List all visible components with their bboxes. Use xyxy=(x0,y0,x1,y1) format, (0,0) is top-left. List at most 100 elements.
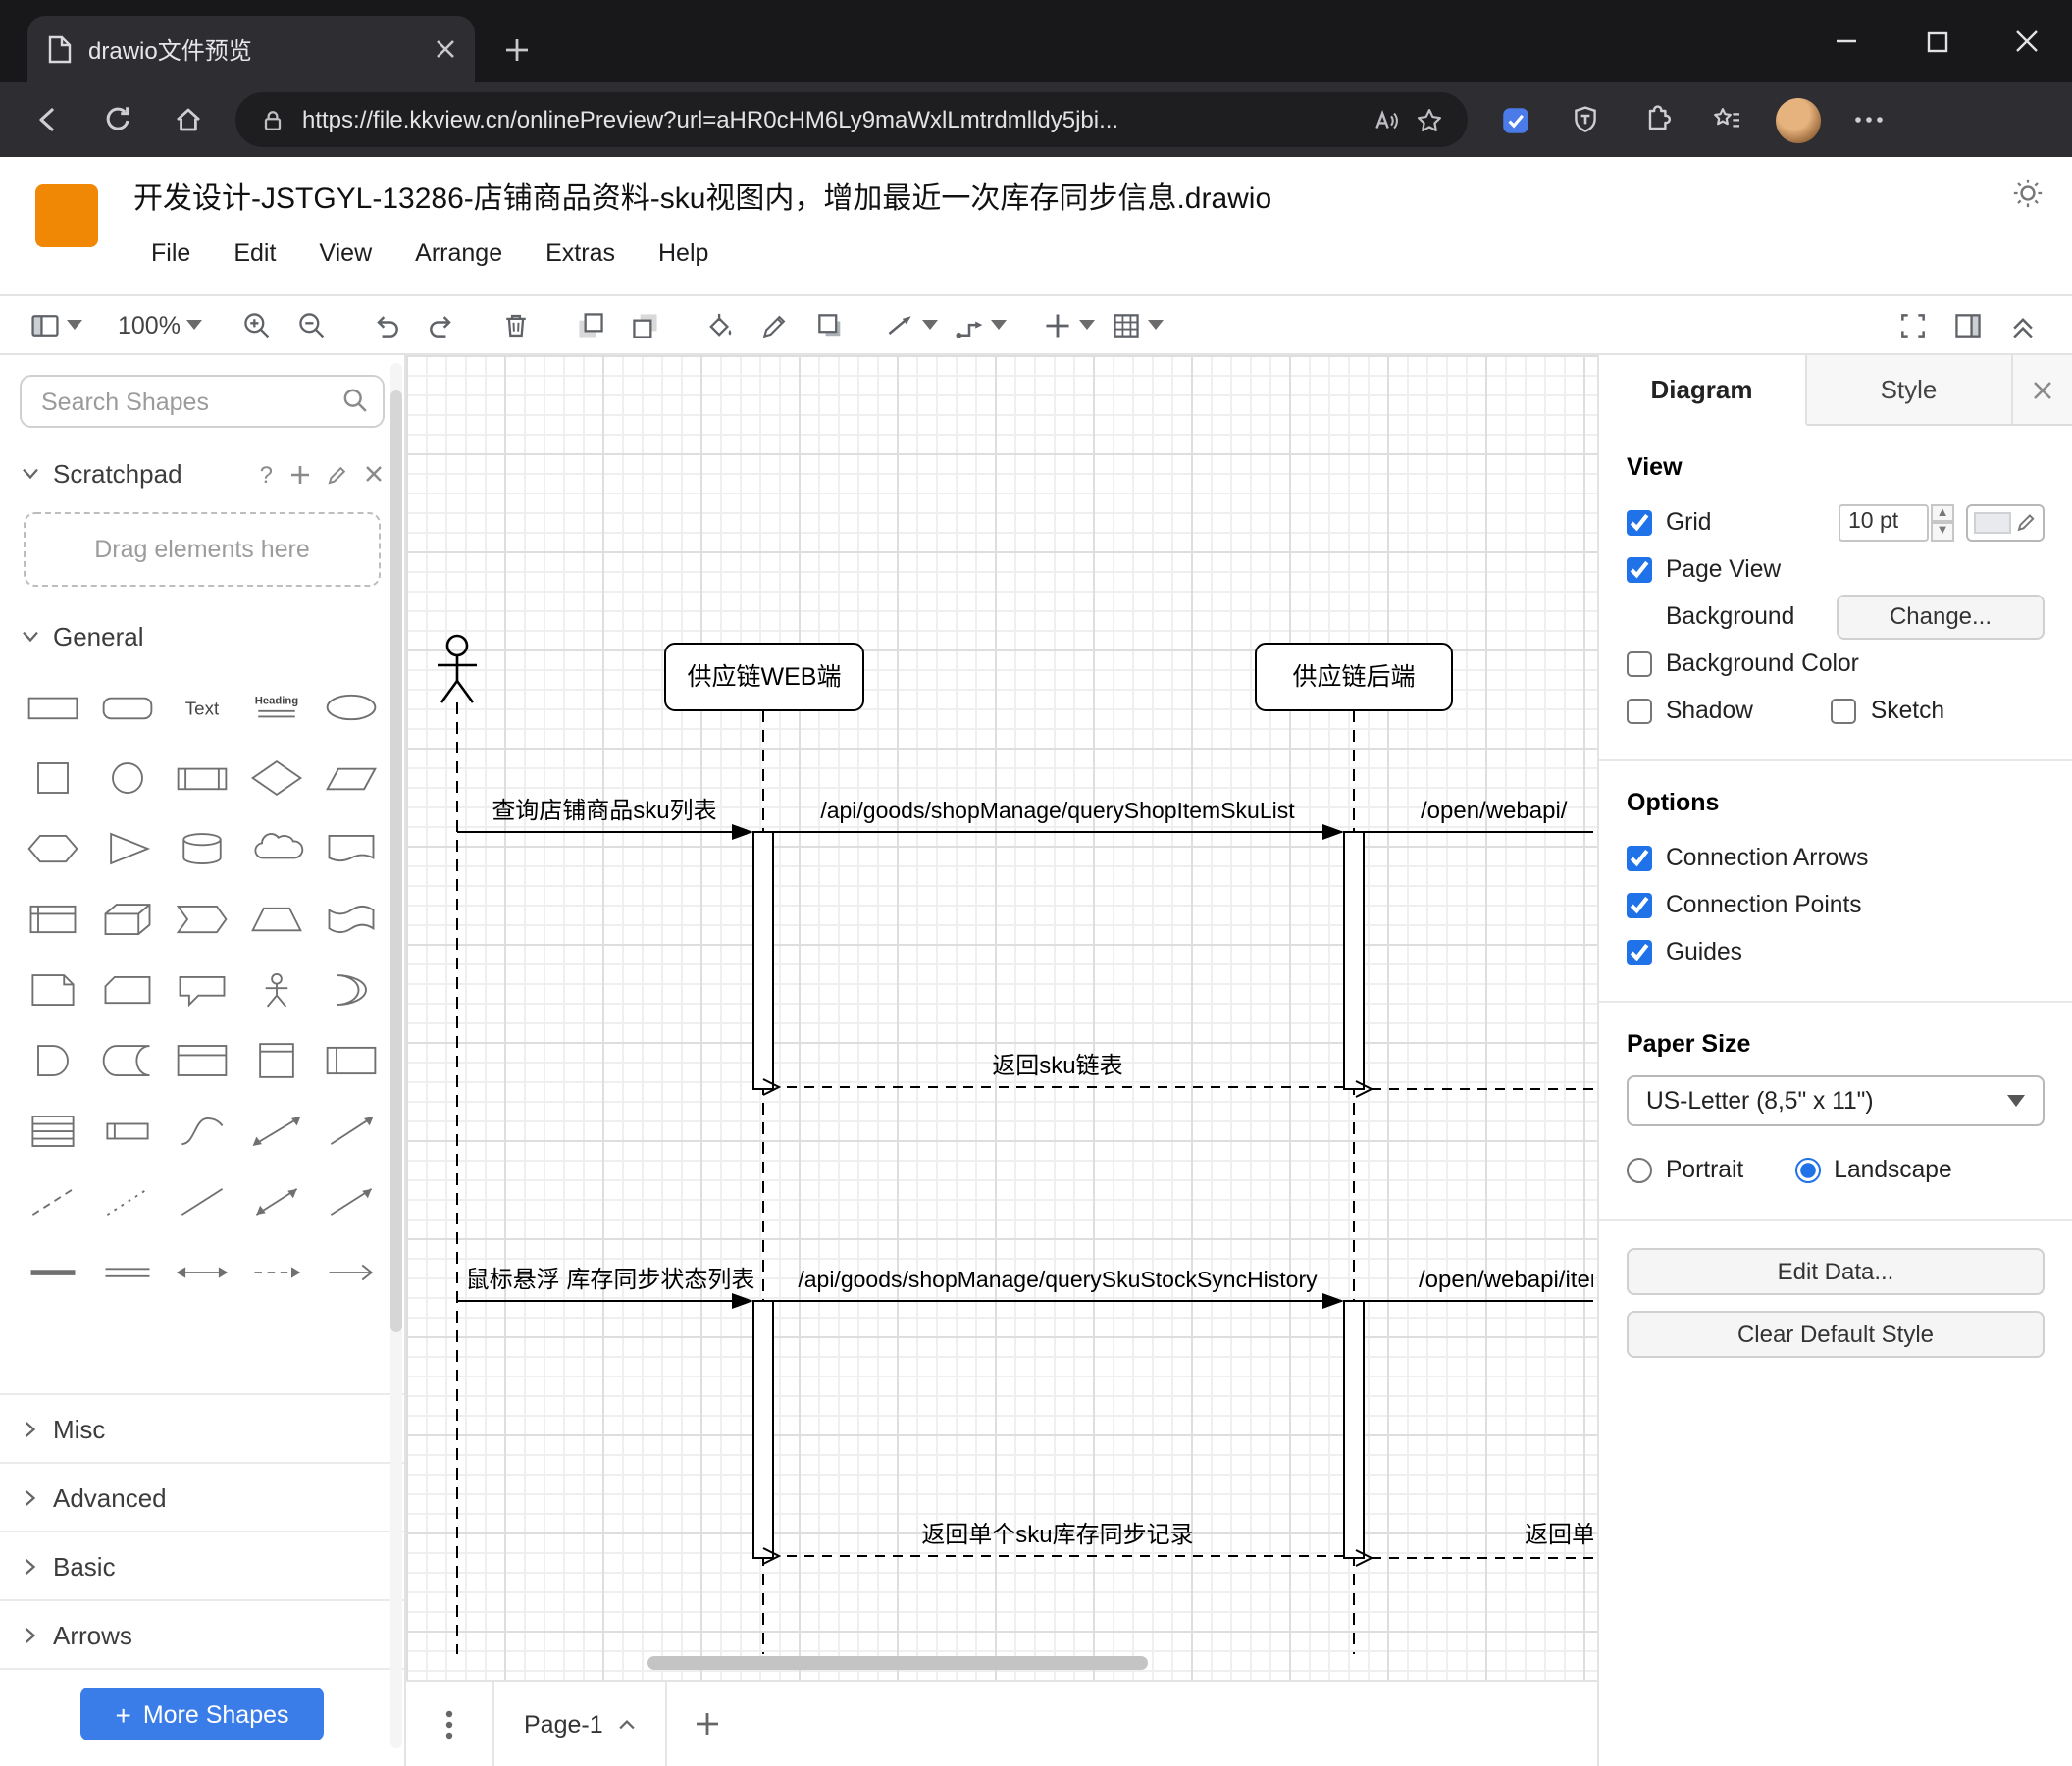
menu-edit[interactable]: Edit xyxy=(216,235,293,271)
shape-document[interactable] xyxy=(314,812,388,883)
menu-view[interactable]: View xyxy=(301,235,389,271)
shape-curve[interactable] xyxy=(165,1095,239,1166)
add-page-button[interactable] xyxy=(668,1682,747,1766)
shape-rectangle[interactable] xyxy=(16,671,90,742)
search-shapes-input[interactable] xyxy=(20,375,385,428)
theme-toggle-icon[interactable] xyxy=(2011,177,2045,210)
shape-list[interactable] xyxy=(16,1095,90,1166)
undo-button[interactable] xyxy=(361,299,412,350)
lock-icon[interactable] xyxy=(259,105,286,134)
shape-and[interactable] xyxy=(16,1024,90,1095)
grid-color-button[interactable] xyxy=(1966,503,2045,541)
address-bar[interactable]: https://file.kkview.cn/onlinePreview?url… xyxy=(235,92,1468,147)
tab-close-icon[interactable] xyxy=(436,39,455,59)
menu-arrange[interactable]: Arrange xyxy=(397,235,520,271)
window-close-button[interactable] xyxy=(1982,0,2072,82)
participant-backend[interactable]: 供应链后端 xyxy=(1255,643,1453,711)
shape-data-storage[interactable] xyxy=(90,1024,165,1095)
zoom-select[interactable]: 100% xyxy=(112,299,208,350)
canvas-horizontal-scrollbar[interactable] xyxy=(648,1656,1148,1670)
favorite-star-icon[interactable] xyxy=(1415,105,1444,134)
shape-note[interactable] xyxy=(16,954,90,1024)
sidebar-section-advanced[interactable]: Advanced xyxy=(0,1464,404,1532)
grid-size-input[interactable] xyxy=(1839,503,1929,541)
edit-data-button[interactable]: Edit Data... xyxy=(1627,1248,2045,1295)
tab-diagram[interactable]: Diagram xyxy=(1599,355,1806,426)
grid-checkbox[interactable] xyxy=(1627,509,1652,535)
menu-file[interactable]: File xyxy=(133,235,208,271)
guides-checkbox[interactable] xyxy=(1627,939,1652,964)
delete-button[interactable] xyxy=(491,299,542,350)
extensions-puzzle-icon[interactable] xyxy=(1625,90,1687,149)
scratchpad-header[interactable]: Scratchpad ? xyxy=(0,447,404,500)
background-change-button[interactable]: Change... xyxy=(1837,594,2045,639)
shadow-checkbox[interactable] xyxy=(1627,698,1652,723)
connection-points-checkbox[interactable] xyxy=(1627,892,1652,917)
refresh-button[interactable] xyxy=(86,90,149,149)
shape-bidirectional-arrow[interactable] xyxy=(239,1095,314,1166)
shape-diamond[interactable] xyxy=(239,742,314,812)
background-color-checkbox[interactable] xyxy=(1627,650,1652,676)
format-panel-close-icon[interactable] xyxy=(2013,355,2072,424)
scratchpad-close-icon[interactable] xyxy=(365,465,383,483)
shape-or[interactable] xyxy=(314,954,388,1024)
window-maximize-button[interactable] xyxy=(1891,0,1982,82)
browser-tab[interactable]: drawio文件预览 xyxy=(27,16,475,82)
menu-extras[interactable]: Extras xyxy=(528,235,633,271)
pages-menu-icon[interactable] xyxy=(406,1682,492,1766)
message-arrows[interactable] xyxy=(457,824,1593,1567)
browser-menu-icon[interactable] xyxy=(1837,90,1899,149)
shape-dashed-line[interactable] xyxy=(16,1166,90,1236)
shape-hexagon[interactable] xyxy=(16,812,90,883)
menu-help[interactable]: Help xyxy=(641,235,726,271)
actor-icon[interactable] xyxy=(438,634,477,703)
shape-double-arrow[interactable] xyxy=(165,1236,239,1307)
connection-style-button[interactable] xyxy=(879,299,944,350)
shadow-button[interactable] xyxy=(804,299,855,350)
shape-dashed-arrow[interactable] xyxy=(239,1236,314,1307)
profile-avatar[interactable] xyxy=(1766,90,1829,149)
shape-card[interactable] xyxy=(90,954,165,1024)
participant-web[interactable]: 供应链WEB端 xyxy=(664,643,864,711)
sketch-checkbox[interactable] xyxy=(1831,698,1857,723)
shape-link[interactable] xyxy=(90,1236,165,1307)
landscape-radio[interactable] xyxy=(1794,1157,1821,1182)
general-section-header[interactable]: General xyxy=(0,610,404,663)
zoom-out-button[interactable] xyxy=(286,299,337,350)
shape-directional-connector[interactable] xyxy=(314,1166,388,1236)
insert-button[interactable] xyxy=(1036,299,1101,350)
back-button[interactable] xyxy=(16,90,78,149)
shield-extension-icon[interactable] xyxy=(1554,90,1617,149)
scratchpad-edit-icon[interactable] xyxy=(328,464,347,484)
format-panel-toggle-button[interactable] xyxy=(1942,299,1994,350)
shape-vertical-container[interactable] xyxy=(239,1024,314,1095)
to-back-button[interactable] xyxy=(620,299,671,350)
shape-text[interactable]: Text xyxy=(165,671,239,742)
scratchpad-help-icon[interactable]: ? xyxy=(260,460,273,488)
shape-dotted-line[interactable] xyxy=(90,1166,165,1236)
redo-button[interactable] xyxy=(416,299,467,350)
shape-line[interactable] xyxy=(165,1166,239,1236)
sidebar-section-basic[interactable]: Basic xyxy=(0,1532,404,1601)
shape-square[interactable] xyxy=(16,742,90,812)
clear-default-style-button[interactable]: Clear Default Style xyxy=(1627,1311,2045,1358)
to-front-button[interactable] xyxy=(565,299,616,350)
shape-internal-storage[interactable] xyxy=(16,883,90,954)
waypoint-style-button[interactable] xyxy=(948,299,1012,350)
shape-tape[interactable] xyxy=(314,883,388,954)
shape-trapezoid[interactable] xyxy=(239,883,314,954)
line-color-button[interactable] xyxy=(750,299,801,350)
grid-size-stepper[interactable]: ▲ ▼ xyxy=(1931,503,1954,541)
shape-parallelogram[interactable] xyxy=(314,742,388,812)
collapse-toolbar-button[interactable] xyxy=(1997,299,2048,350)
shape-cube[interactable] xyxy=(90,883,165,954)
shape-callout[interactable] xyxy=(165,954,239,1024)
shape-arrow[interactable] xyxy=(314,1095,388,1166)
scratchpad-add-icon[interactable] xyxy=(290,464,310,484)
sidebar-scrollbar[interactable] xyxy=(390,363,402,1748)
connection-arrows-checkbox[interactable] xyxy=(1627,845,1652,870)
shape-cloud[interactable] xyxy=(239,812,314,883)
tab-style[interactable]: Style xyxy=(1806,355,2013,424)
view-panels-button[interactable] xyxy=(24,299,88,350)
scratchpad-droparea[interactable]: Drag elements here xyxy=(24,512,381,587)
